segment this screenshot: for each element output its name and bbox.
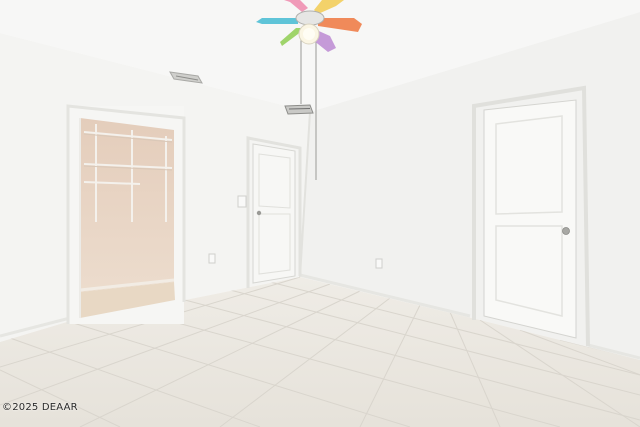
fan-motor-housing — [295, 10, 325, 26]
fan-blade-cyan — [256, 18, 298, 24]
copyright-watermark: ©2025 DEAAR — [2, 402, 78, 413]
wall-outlet-left — [208, 253, 216, 264]
right-door-knob — [562, 227, 570, 235]
left-door-knob — [256, 210, 262, 216]
wall-outlet-right — [375, 258, 383, 269]
bedroom-photo — [0, 0, 640, 427]
walk-in-closet — [66, 104, 186, 324]
right-door — [472, 85, 590, 347]
ceiling-vent-2 — [284, 104, 314, 115]
light-switch — [237, 195, 247, 208]
closet-back-wall — [80, 118, 174, 292]
left-door — [246, 136, 302, 288]
